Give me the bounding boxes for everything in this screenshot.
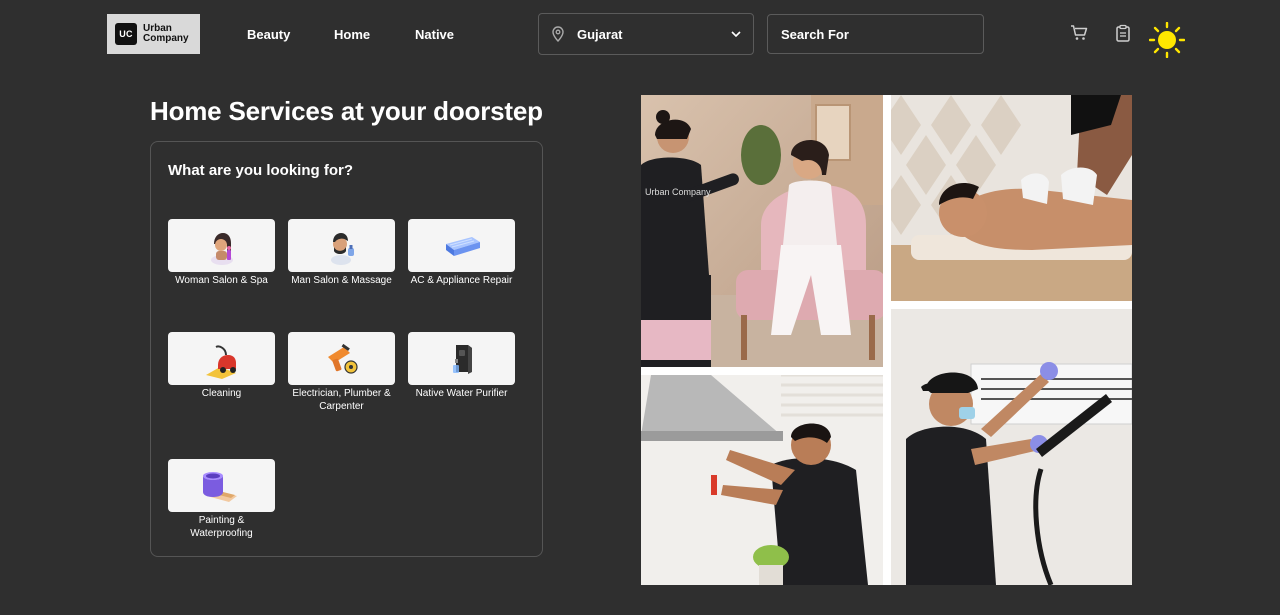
service-card	[288, 219, 395, 272]
ac-cleaning-illustration	[891, 309, 1132, 585]
service-electrician-plumber-carpenter[interactable]: Electrician, Plumber & Carpenter	[288, 332, 395, 413]
vacuum-cleaner-icon	[205, 345, 236, 379]
services-panel: What are you looking for? Woman Salon & …	[150, 141, 543, 557]
sun-icon[interactable]	[1149, 22, 1185, 58]
paint-bucket-icon	[202, 471, 237, 502]
service-card	[288, 332, 395, 385]
search-input[interactable]	[767, 14, 984, 54]
service-label: Man Salon & Massage	[291, 275, 392, 286]
location-selector[interactable]: Gujarat	[538, 13, 754, 55]
ac-unit-icon	[445, 236, 480, 256]
uniform-text: Urban Company	[645, 187, 711, 197]
service-label: Woman Salon & Spa	[175, 275, 268, 286]
water-purifier-icon	[452, 344, 472, 374]
service-card	[408, 332, 515, 385]
service-label: Cleaning	[201, 388, 242, 399]
logo-wordmark: Urban Company	[143, 24, 189, 44]
ac-cleaning-photo	[891, 309, 1132, 585]
massage-illustration	[891, 95, 1132, 301]
chimney-illustration	[641, 375, 883, 585]
service-label: AC & Appliance Repair	[410, 275, 513, 286]
chevron-down-icon	[731, 31, 741, 37]
man-salon-icon	[330, 232, 354, 265]
clipboard-icon[interactable]	[1114, 24, 1132, 42]
service-card	[168, 332, 275, 385]
nav-link-native[interactable]: Native	[415, 27, 454, 42]
service-label: Painting & Waterproofing	[190, 515, 253, 539]
nav-link-beauty[interactable]: Beauty	[247, 27, 290, 42]
salon-illustration: Urban Company	[641, 95, 883, 367]
service-painting-waterproofing[interactable]: Painting & Waterproofing	[168, 459, 275, 540]
nav-link-home[interactable]: Home	[334, 27, 370, 42]
service-label: Native Water Purifier	[415, 388, 508, 399]
service-woman-salon-spa[interactable]: Woman Salon & Spa	[168, 219, 275, 287]
logo-line-2: Company	[143, 33, 189, 44]
cart-icon[interactable]	[1070, 24, 1088, 42]
woman-salon-icon	[210, 232, 233, 265]
hero-collage: Urban Company	[641, 95, 1132, 585]
urban-company-logo[interactable]: UC Urban Company	[107, 14, 200, 54]
uc-logo-mark: UC	[115, 23, 137, 45]
service-native-water-purifier[interactable]: Native Water Purifier	[408, 332, 515, 400]
service-card	[168, 219, 275, 272]
location-pin-icon	[552, 26, 564, 42]
massage-photo	[891, 95, 1132, 301]
chimney-repair-photo	[641, 375, 883, 585]
service-card	[408, 219, 515, 272]
drill-tools-icon	[327, 343, 358, 374]
service-ac-appliance-repair[interactable]: AC & Appliance Repair	[408, 219, 515, 287]
service-card	[168, 459, 275, 512]
panel-title: What are you looking for?	[168, 162, 354, 179]
salon-at-home-photo: Urban Company	[641, 95, 883, 367]
service-label: Electrician, Plumber & Carpenter	[292, 388, 391, 412]
service-man-salon-massage[interactable]: Man Salon & Massage	[288, 219, 395, 287]
hero-title: Home Services at your doorstep	[150, 96, 543, 126]
location-value: Gujarat	[577, 26, 623, 42]
service-cleaning[interactable]: Cleaning	[168, 332, 275, 400]
